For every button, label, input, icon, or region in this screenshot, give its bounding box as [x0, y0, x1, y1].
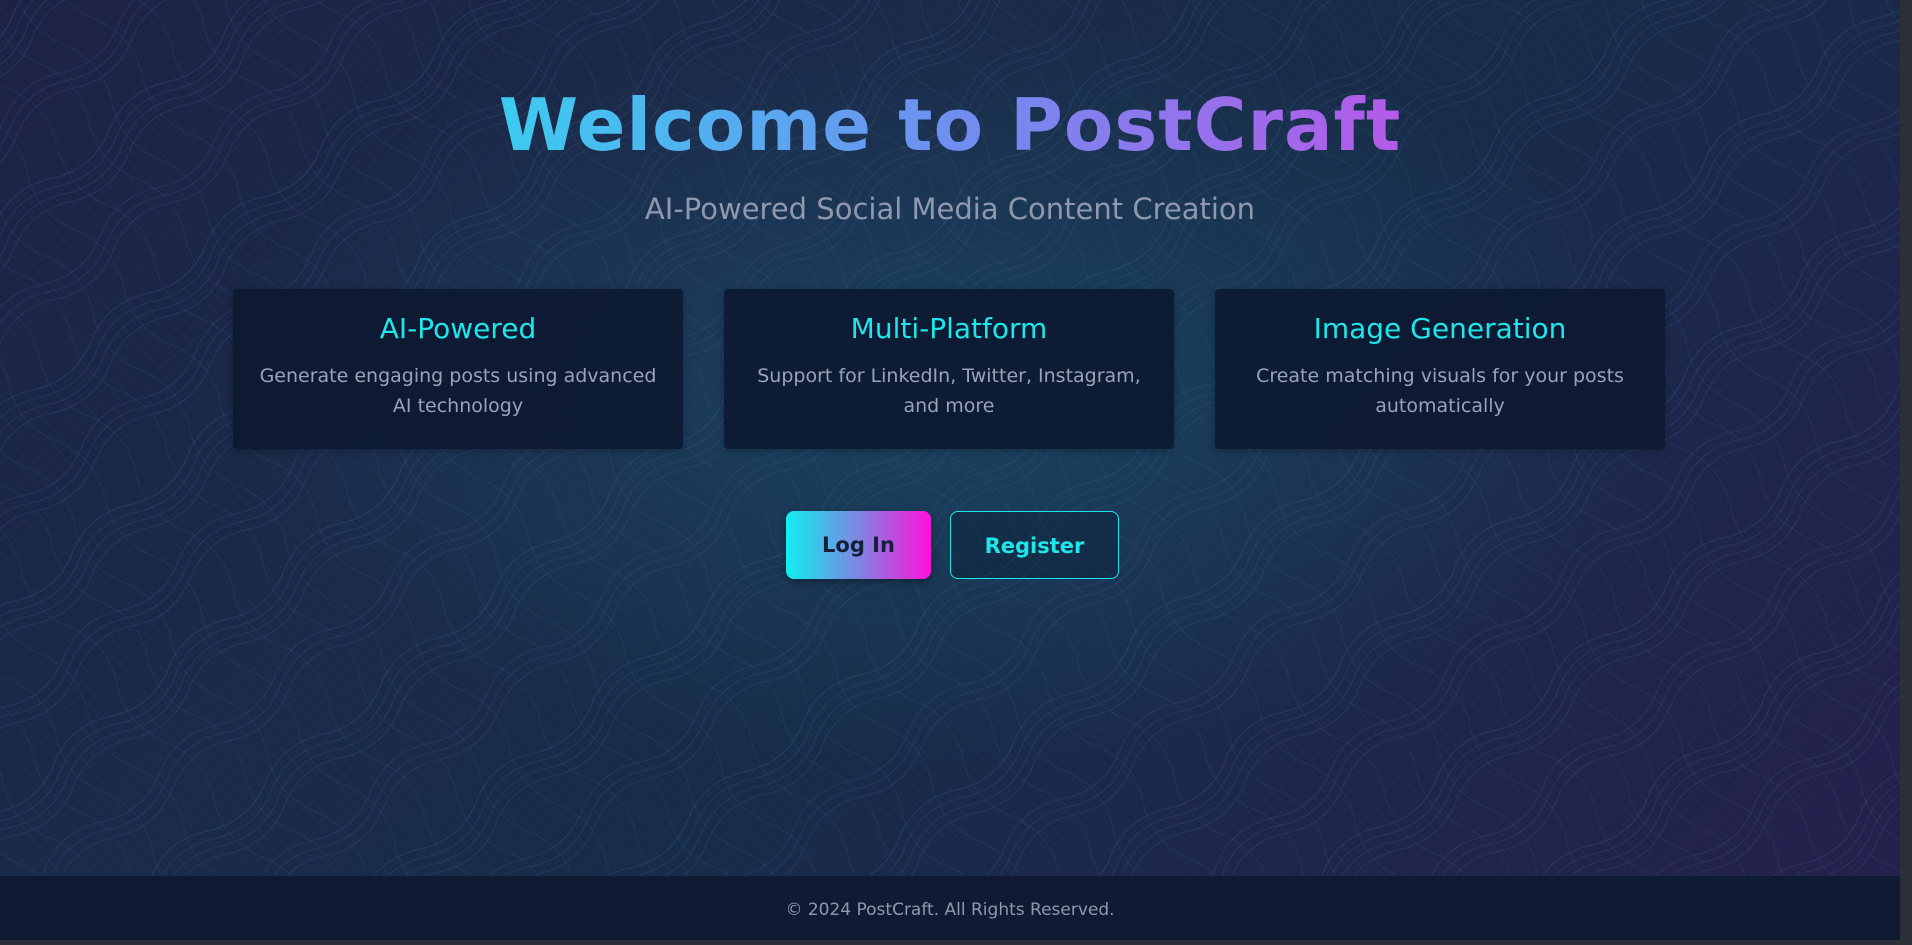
feature-card-title: AI-Powered: [379, 312, 537, 345]
page-subtitle: AI-Powered Social Media Content Creation: [644, 192, 1256, 226]
auth-actions: Log In Register: [0, 511, 1900, 583]
login-button[interactable]: Log In: [786, 511, 931, 579]
register-button[interactable]: Register: [950, 511, 1119, 579]
footer-copyright: © 2024 PostCraft. All Rights Reserved.: [785, 900, 1115, 920]
feature-card-image-generation: Image Generation Create matching visuals…: [1215, 289, 1665, 449]
footer: © 2024 PostCraft. All Rights Reserved.: [0, 875, 1900, 941]
landing-content: Welcome to PostCraft AI-Powered Social M…: [0, 0, 1900, 875]
page-title-text: Welcome to PostCraft: [498, 83, 1402, 167]
feature-cards: AI-Powered Generate engaging posts using…: [233, 289, 1669, 451]
feature-card-title: Multi-Platform: [850, 312, 1048, 345]
feature-card-description: Support for LinkedIn, Twitter, Instagram…: [757, 365, 1141, 417]
window-edge: [1900, 0, 1912, 945]
feature-card-multi-platform: Multi-Platform Support for LinkedIn, Twi…: [724, 289, 1174, 449]
feature-card-ai-powered: AI-Powered Generate engaging posts using…: [233, 289, 683, 449]
feature-card-description: Generate engaging posts using advanced A…: [259, 365, 657, 417]
page-title: Welcome to PostCraft: [0, 80, 1900, 170]
feature-card-title: Image Generation: [1313, 312, 1567, 345]
feature-card-description: Create matching visuals for your posts a…: [1256, 365, 1624, 417]
app-window: Welcome to PostCraft AI-Powered Social M…: [0, 0, 1912, 945]
window-bottom-edge: [0, 940, 1912, 945]
